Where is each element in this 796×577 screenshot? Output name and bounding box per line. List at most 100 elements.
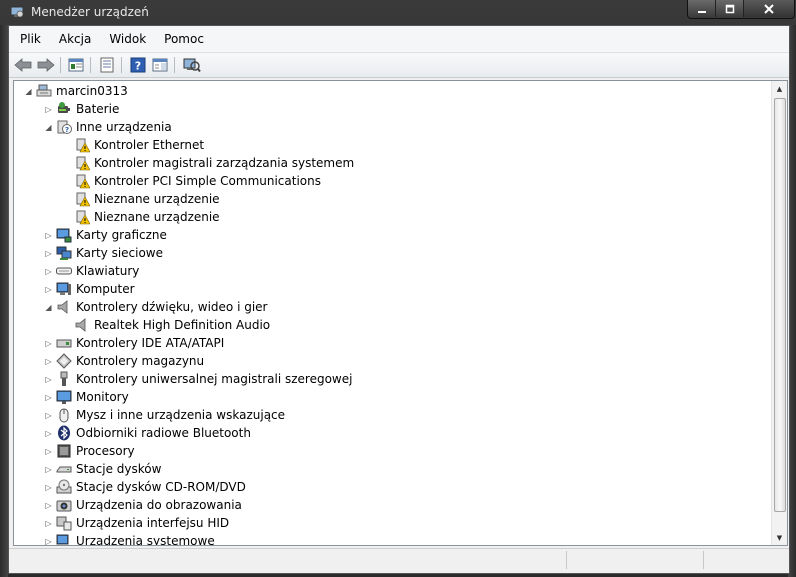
menu-file[interactable]: Plik — [13, 32, 48, 46]
warning-device-icon — [74, 209, 90, 225]
collapse-arrow-icon[interactable]: ▷ — [44, 465, 53, 474]
menu-view[interactable]: Widok — [102, 32, 153, 46]
maximize-button[interactable] — [716, 0, 744, 17]
tree-category[interactable]: ◢ ? Inne urządzenia — [44, 118, 172, 136]
minimize-button[interactable] — [688, 0, 716, 17]
menu-action[interactable]: Akcja — [52, 32, 98, 46]
storage-controller-icon — [56, 353, 72, 369]
tree-item-label: Stacje dysków CD-ROM/DVD — [76, 480, 246, 494]
tree-device[interactable]: Nieznane urządzenie — [62, 190, 220, 208]
forward-button[interactable] — [37, 56, 55, 74]
scroll-down-arrow-icon[interactable]: ▼ — [772, 530, 787, 545]
scan-hardware-button[interactable] — [183, 56, 201, 74]
ide-controller-icon — [56, 335, 72, 351]
tree-device[interactable]: Nieznane urządzenie — [62, 208, 220, 226]
minimize-icon — [697, 10, 706, 13]
vertical-scrollbar[interactable]: ▲ ▼ — [771, 81, 787, 545]
collapse-arrow-icon[interactable]: ▷ — [44, 357, 53, 366]
collapse-arrow-icon[interactable]: ▷ — [44, 411, 53, 420]
status-cell — [703, 551, 704, 569]
tree-item-label: Nieznane urządzenie — [94, 210, 220, 224]
tree-device[interactable]: Realtek High Definition Audio — [62, 316, 270, 334]
tree-device[interactable]: Kontroler PCI Simple Communications — [62, 172, 321, 190]
collapse-arrow-icon[interactable]: ▷ — [44, 375, 53, 384]
tree-item-label: Kontrolery magazynu — [76, 354, 205, 368]
console-tree-button[interactable] — [67, 56, 85, 74]
tree-category[interactable]: ▷ Urządzenia do obrazowania — [44, 496, 242, 514]
warning-device-icon — [74, 191, 90, 207]
tree-item-label: Kontroler Ethernet — [94, 138, 205, 152]
menu-help[interactable]: Pomoc — [157, 32, 211, 46]
hid-icon — [56, 515, 72, 531]
tree-category[interactable]: ◢ Kontrolery dźwięku, wideo i gier — [44, 298, 267, 316]
tree-item-label: Kontroler PCI Simple Communications — [94, 174, 321, 188]
close-button[interactable] — [744, 0, 794, 17]
tree-item-label: Procesory — [76, 444, 135, 458]
tree-item-label: Kontroler magistrali zarządzania systeme… — [94, 156, 355, 170]
other-devices-icon: ? — [56, 119, 72, 135]
tree-category[interactable]: ▷ Stacje dysków CD-ROM/DVD — [44, 478, 246, 496]
collapse-arrow-icon[interactable]: ▷ — [44, 483, 53, 492]
properties-button[interactable] — [98, 56, 116, 74]
collapse-arrow-icon[interactable]: ▷ — [44, 501, 53, 510]
back-button[interactable] — [14, 56, 32, 74]
tree-category[interactable]: ▷ Procesory — [44, 442, 135, 460]
tree-category[interactable]: ▷ Kontrolery IDE ATA/ATAPI — [44, 334, 224, 352]
tree-category[interactable]: ▷ Kontrolery magazynu — [44, 352, 204, 370]
tree-category[interactable]: ▷ Karty graficzne — [44, 226, 167, 244]
speaker-icon — [56, 299, 72, 315]
tree-item-label: Urządzenia do obrazowania — [76, 498, 242, 512]
tree-category[interactable]: ▷ Odbiorniki radiowe Bluetooth — [44, 424, 251, 442]
help-button[interactable]: ? — [129, 56, 147, 74]
collapse-arrow-icon[interactable]: ▷ — [44, 105, 53, 114]
tree-category[interactable]: ▷ Baterie — [44, 100, 119, 118]
expand-arrow-icon[interactable]: ◢ — [44, 303, 53, 312]
tree-item-label: Inne urządzenia — [76, 120, 172, 134]
collapse-arrow-icon[interactable]: ▷ — [44, 267, 53, 276]
collapse-arrow-icon[interactable]: ▷ — [44, 393, 53, 402]
expand-arrow-icon[interactable]: ◢ — [24, 87, 33, 96]
collapse-arrow-icon[interactable]: ▷ — [44, 447, 53, 456]
window-controls — [687, 0, 795, 19]
tree-root[interactable]: ◢ marcin0313 — [24, 82, 128, 100]
collapse-arrow-icon[interactable]: ▷ — [44, 285, 53, 294]
computer-icon — [36, 83, 52, 99]
tree-category[interactable]: ▷ Stacje dysków — [44, 460, 161, 478]
scroll-up-arrow-icon[interactable]: ▲ — [772, 81, 787, 96]
expand-arrow-icon[interactable]: ◢ — [44, 123, 53, 132]
show-hide-button[interactable] — [151, 56, 169, 74]
help-icon: ? — [130, 57, 146, 73]
tree-category[interactable]: ▷ Mysz i inne urządzenia wskazujące — [44, 406, 285, 424]
tree-device[interactable]: Kontroler Ethernet — [62, 136, 204, 154]
tree-item-label: Urządzenia systemowe — [76, 534, 215, 546]
tree-category[interactable]: ▷ Komputer — [44, 280, 134, 298]
title-bar[interactable]: Menedżer urządzeń — [0, 0, 796, 25]
collapse-arrow-icon[interactable]: ▷ — [44, 537, 53, 546]
bluetooth-icon — [56, 425, 72, 441]
monitor-icon — [56, 389, 72, 405]
tree-category[interactable]: ▷ Kontrolery uniwersalnej magistrali sze… — [44, 370, 352, 388]
status-bar — [9, 548, 789, 573]
scan-hardware-icon — [183, 58, 201, 73]
tree-root-label: marcin0313 — [56, 84, 128, 98]
tree-category[interactable]: ▷ Urządzenia systemowe — [44, 532, 215, 546]
scrollbar-thumb[interactable] — [774, 98, 786, 512]
tree-device[interactable]: Kontroler magistrali zarządzania systeme… — [62, 154, 354, 172]
collapse-arrow-icon[interactable]: ▷ — [44, 231, 53, 240]
tree-category[interactable]: ▷ Klawiatury — [44, 262, 139, 280]
tree-category[interactable]: ▷ Monitory — [44, 388, 129, 406]
tree-item-label: Kontrolery uniwersalnej magistrali szere… — [76, 372, 353, 386]
collapse-arrow-icon[interactable]: ▷ — [44, 339, 53, 348]
collapse-arrow-icon[interactable]: ▷ — [44, 429, 53, 438]
camera-icon — [56, 497, 72, 513]
tree-category[interactable]: ▷ Urządzenia interfejsu HID — [44, 514, 229, 532]
warning-device-icon — [74, 173, 90, 189]
main-client-area: Plik Akcja Widok Pomoc ? ◢ marcin0313 ▷ … — [8, 25, 790, 574]
collapse-arrow-icon[interactable]: ▷ — [44, 519, 53, 528]
warning-device-icon — [74, 155, 90, 171]
properties-icon — [100, 57, 114, 73]
collapse-arrow-icon[interactable]: ▷ — [44, 249, 53, 258]
tree-category[interactable]: ▷ Karty sieciowe — [44, 244, 163, 262]
toolbar-separator — [121, 57, 122, 73]
show-hide-icon — [152, 58, 168, 72]
